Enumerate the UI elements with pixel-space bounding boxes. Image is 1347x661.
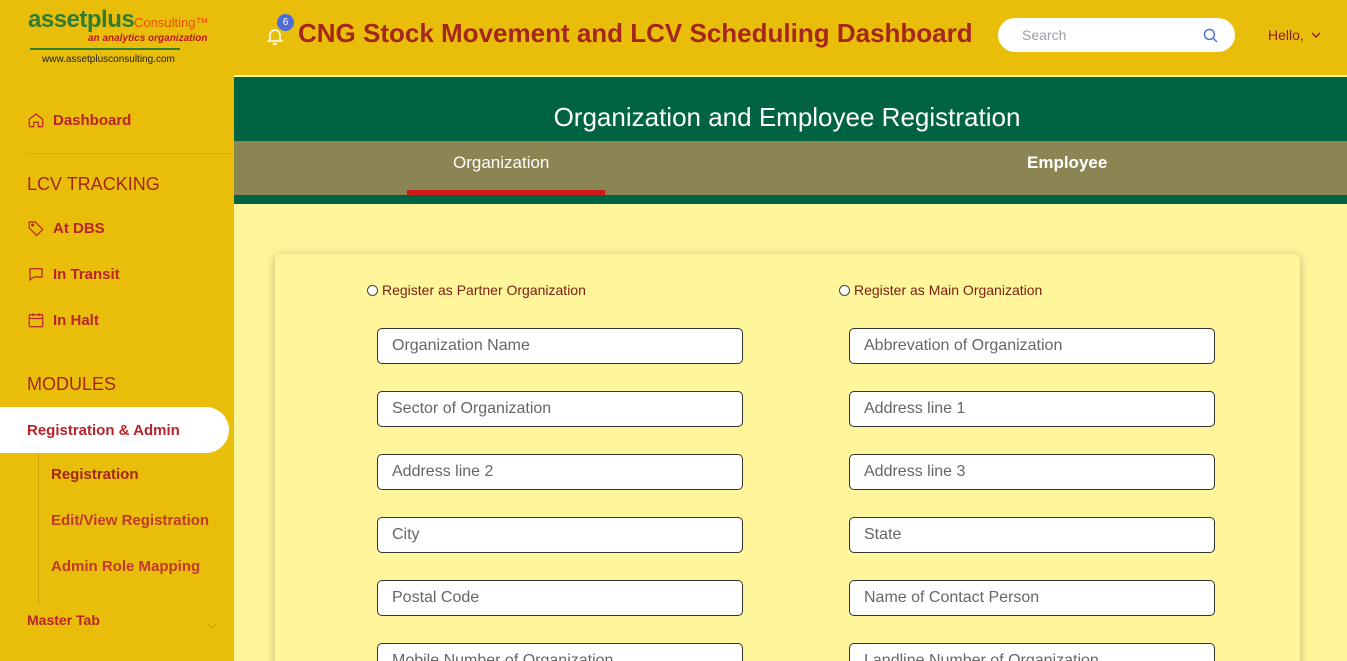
user-menu[interactable]: Hello, <box>1268 27 1322 43</box>
logo-url: www.assetplusconsulting.com <box>42 54 175 65</box>
chevron-down-icon <box>1311 32 1321 38</box>
sidebar-item-in-transit[interactable]: In Transit <box>27 265 120 283</box>
sidebar-subitem-registration[interactable]: Registration <box>51 466 139 483</box>
section-heading-lcv: LCV TRACKING <box>27 174 160 194</box>
sidebar-divider <box>27 153 232 154</box>
registration-form-card: Register as Partner Organization Registe… <box>275 254 1300 661</box>
logo-consulting: Consulting™ <box>134 15 209 30</box>
notification-badge: 6 <box>277 14 294 31</box>
greeting-text: Hello, <box>1268 27 1304 43</box>
logo-brand: assetplus <box>28 6 135 33</box>
state-field[interactable] <box>849 517 1215 553</box>
sidebar-item-master-tab[interactable]: Master Tab <box>27 612 100 628</box>
sidebar-subitem-edit-view[interactable]: Edit/View Registration <box>51 512 209 529</box>
sidebar-item-registration-admin[interactable]: Registration & Admin <box>0 407 229 453</box>
contact-person-field[interactable] <box>849 580 1215 616</box>
banner-bottom-strip <box>234 195 1347 204</box>
chat-icon <box>29 268 43 282</box>
radio-circle[interactable] <box>839 284 850 296</box>
tag-icon <box>28 221 44 237</box>
logo-underline <box>30 48 180 50</box>
landline-number-field[interactable] <box>849 643 1215 661</box>
home-icon <box>28 113 44 128</box>
city-field[interactable] <box>377 517 743 553</box>
tab-employee[interactable]: Employee <box>1027 153 1107 173</box>
page-title: Organization and Employee Registration <box>553 102 1021 132</box>
sidebar-item-in-halt[interactable]: In Halt <box>27 311 99 329</box>
section-heading-modules: MODULES <box>27 374 117 394</box>
radio-circle[interactable] <box>367 284 378 296</box>
radio-partner-organization[interactable]: Register as Partner Organization <box>367 282 586 298</box>
chevron-down-icon[interactable] <box>206 620 218 632</box>
submenu-guide-line <box>38 455 39 605</box>
tab-organization[interactable]: Organization <box>453 153 549 173</box>
sidebar-item-label: In Transit <box>53 265 120 283</box>
postal-code-field[interactable] <box>377 580 743 616</box>
radio-label: Register as Main Organization <box>854 282 1043 298</box>
sidebar-item-dashboard[interactable]: Dashboard <box>27 111 131 129</box>
address-line-3-field[interactable] <box>849 454 1215 490</box>
search-box <box>998 18 1235 52</box>
search-input[interactable] <box>1014 18 1194 52</box>
page-banner: Organization and Employee Registration <box>234 77 1347 141</box>
sidebar: assetplus Consulting™ an analytics organ… <box>0 0 234 661</box>
organization-name-field[interactable] <box>377 328 743 364</box>
organization-abbreviation-field[interactable] <box>849 328 1215 364</box>
tab-bar: Organization Employee <box>234 141 1347 195</box>
mobile-number-field[interactable] <box>377 643 743 661</box>
sidebar-subitem-admin-role[interactable]: Admin Role Mapping <box>51 558 200 575</box>
radio-label: Register as Partner Organization <box>382 282 586 298</box>
radio-main-organization[interactable]: Register as Main Organization <box>839 282 1042 298</box>
sidebar-item-at-dbs[interactable]: At DBS <box>27 219 105 237</box>
company-logo[interactable]: assetplus Consulting™ an analytics organ… <box>26 6 216 68</box>
address-line-2-field[interactable] <box>377 454 743 490</box>
sidebar-item-label: At DBS <box>53 219 105 237</box>
app-title: CNG Stock Movement and LCV Scheduling Da… <box>298 18 973 48</box>
sidebar-item-label: In Halt <box>53 311 99 329</box>
calendar-icon <box>28 313 44 328</box>
address-line-1-field[interactable] <box>849 391 1215 427</box>
search-icon[interactable] <box>1202 27 1219 44</box>
sidebar-item-label: Master Tab <box>27 612 100 628</box>
sidebar-item-label: Dashboard <box>53 111 132 129</box>
logo-tagline: an analytics organization <box>88 33 208 44</box>
organization-sector-field[interactable] <box>377 391 743 427</box>
header-divider <box>234 72 1347 75</box>
